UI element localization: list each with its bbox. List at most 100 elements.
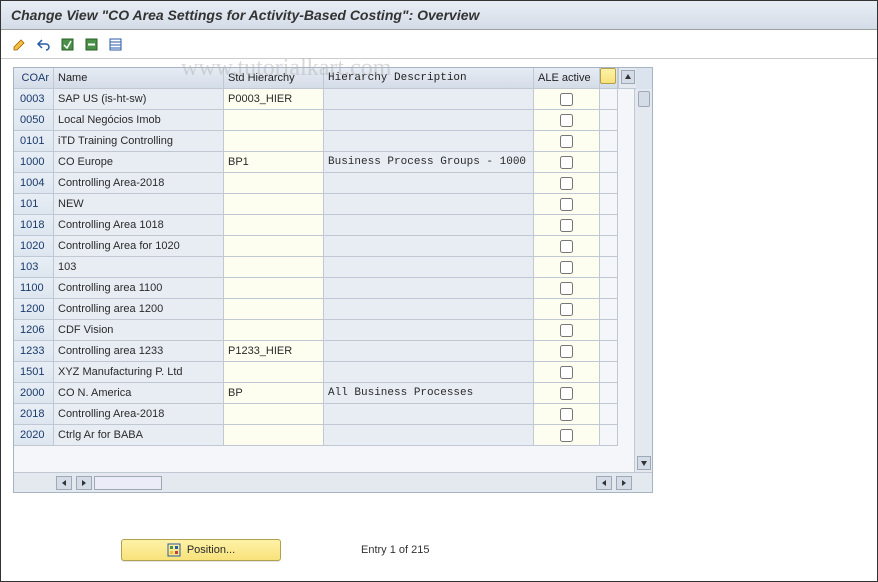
cell-aleactive[interactable] [534,110,600,131]
cell-aleactive[interactable] [534,173,600,194]
cell-coar[interactable]: 1004 [14,173,54,194]
ale-checkbox[interactable] [560,408,573,421]
cell-coar[interactable]: 1206 [14,320,54,341]
table-row[interactable]: 1004Controlling Area-2018 [14,173,634,194]
table-row[interactable]: 0003SAP US (is-ht-sw)P0003_HIER [14,89,634,110]
table-row[interactable]: 103103 [14,257,634,278]
col-header-name[interactable]: Name [54,68,224,89]
cell-stdhierarchy[interactable] [224,194,324,215]
table-row[interactable]: 1100Controlling area 1100 [14,278,634,299]
ale-checkbox[interactable] [560,198,573,211]
cell-coar[interactable]: 1100 [14,278,54,299]
undo-button[interactable] [33,34,53,54]
cell-aleactive[interactable] [534,383,600,404]
cell-aleactive[interactable] [534,215,600,236]
cell-stdhierarchy[interactable] [224,362,324,383]
table-row[interactable]: 1233Controlling area 1233P1233_HIER [14,341,634,362]
cell-coar[interactable]: 103 [14,257,54,278]
table-settings-button[interactable] [105,34,125,54]
scroll-left-end-button[interactable] [596,476,612,490]
col-header-hierarchydesc[interactable]: Hierarchy Description [324,68,534,89]
position-button[interactable]: Position... [121,539,281,561]
cell-coar[interactable]: 1000 [14,152,54,173]
scroll-down-button[interactable] [637,456,651,470]
cell-stdhierarchy[interactable] [224,404,324,425]
configure-columns-button[interactable] [600,68,618,89]
cell-aleactive[interactable] [534,320,600,341]
cell-stdhierarchy[interactable] [224,425,324,446]
cell-coar[interactable]: 0101 [14,131,54,152]
table-row[interactable]: 2018Controlling Area-2018 [14,404,634,425]
ale-checkbox[interactable] [560,261,573,274]
table-row[interactable]: 101NEW [14,194,634,215]
cell-stdhierarchy[interactable] [224,299,324,320]
table-row[interactable]: 1501XYZ Manufacturing P. Ltd [14,362,634,383]
cell-aleactive[interactable] [534,152,600,173]
ale-checkbox[interactable] [560,324,573,337]
cell-stdhierarchy[interactable] [224,278,324,299]
ale-checkbox[interactable] [560,387,573,400]
ale-checkbox[interactable] [560,345,573,358]
cell-coar[interactable]: 1018 [14,215,54,236]
cell-aleactive[interactable] [534,362,600,383]
vertical-scrollbar[interactable] [634,89,652,472]
cell-stdhierarchy[interactable] [224,173,324,194]
cell-coar[interactable]: 101 [14,194,54,215]
cell-stdhierarchy[interactable]: P0003_HIER [224,89,324,110]
ale-checkbox[interactable] [560,366,573,379]
cell-aleactive[interactable] [534,131,600,152]
cell-stdhierarchy[interactable]: BP [224,383,324,404]
hscroll-track[interactable] [94,476,162,490]
col-header-stdhierarchy[interactable]: Std Hierarchy [224,68,324,89]
ale-checkbox[interactable] [560,93,573,106]
select-all-button[interactable] [57,34,77,54]
ale-checkbox[interactable] [560,114,573,127]
cell-stdhierarchy[interactable] [224,131,324,152]
cell-stdhierarchy[interactable] [224,215,324,236]
table-row[interactable]: 1020Controlling Area for 1020 [14,236,634,257]
cell-coar[interactable]: 1200 [14,299,54,320]
toggle-edit-button[interactable] [9,34,29,54]
horizontal-scrollbar[interactable] [14,472,652,492]
cell-coar[interactable]: 2000 [14,383,54,404]
table-row[interactable]: 1200Controlling area 1200 [14,299,634,320]
col-header-aleactive[interactable]: ALE active [534,68,600,89]
cell-aleactive[interactable] [534,89,600,110]
cell-aleactive[interactable] [534,194,600,215]
cell-stdhierarchy[interactable] [224,110,324,131]
cell-coar[interactable]: 0050 [14,110,54,131]
cell-stdhierarchy[interactable]: BP1 [224,152,324,173]
cell-aleactive[interactable] [534,278,600,299]
ale-checkbox[interactable] [560,240,573,253]
scroll-thumb[interactable] [638,91,650,107]
cell-coar[interactable]: 1501 [14,362,54,383]
cell-coar[interactable]: 1020 [14,236,54,257]
table-row[interactable]: 0050Local Negócios Imob [14,110,634,131]
ale-checkbox[interactable] [560,156,573,169]
scroll-right-end-button[interactable] [616,476,632,490]
table-row[interactable]: 1000CO EuropeBP1Business Process Groups … [14,152,634,173]
cell-aleactive[interactable] [534,257,600,278]
ale-checkbox[interactable] [560,177,573,190]
table-row[interactable]: 1206CDF Vision [14,320,634,341]
cell-aleactive[interactable] [534,341,600,362]
ale-checkbox[interactable] [560,219,573,232]
ale-checkbox[interactable] [560,282,573,295]
deselect-all-button[interactable] [81,34,101,54]
ale-checkbox[interactable] [560,429,573,442]
cell-aleactive[interactable] [534,425,600,446]
cell-stdhierarchy[interactable] [224,236,324,257]
cell-aleactive[interactable] [534,299,600,320]
ale-checkbox[interactable] [560,303,573,316]
cell-coar[interactable]: 2018 [14,404,54,425]
cell-coar[interactable]: 1233 [14,341,54,362]
cell-coar[interactable]: 2020 [14,425,54,446]
ale-checkbox[interactable] [560,135,573,148]
cell-stdhierarchy[interactable] [224,257,324,278]
cell-stdhierarchy[interactable]: P1233_HIER [224,341,324,362]
table-row[interactable]: 2020Ctrlg Ar for BABA [14,425,634,446]
scroll-left-button[interactable] [56,476,72,490]
scroll-right-button[interactable] [76,476,92,490]
table-row[interactable]: 2000CO N. AmericaBPAll Business Processe… [14,383,634,404]
cell-aleactive[interactable] [534,404,600,425]
